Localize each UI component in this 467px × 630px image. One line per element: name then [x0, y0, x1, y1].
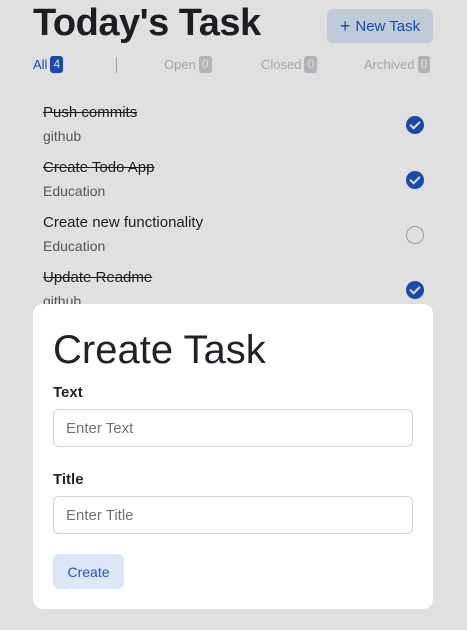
create-button[interactable]: Create: [53, 554, 124, 589]
create-task-modal: Create Task Text Title Create: [33, 304, 433, 609]
text-input[interactable]: [53, 409, 413, 447]
title-field-label: Title: [53, 471, 84, 488]
title-input[interactable]: [53, 496, 413, 534]
text-field-label: Text: [53, 384, 83, 401]
modal-title: Create Task: [53, 328, 266, 372]
page: Today's Task + New Task All 4 Open 0 Clo…: [0, 0, 467, 630]
